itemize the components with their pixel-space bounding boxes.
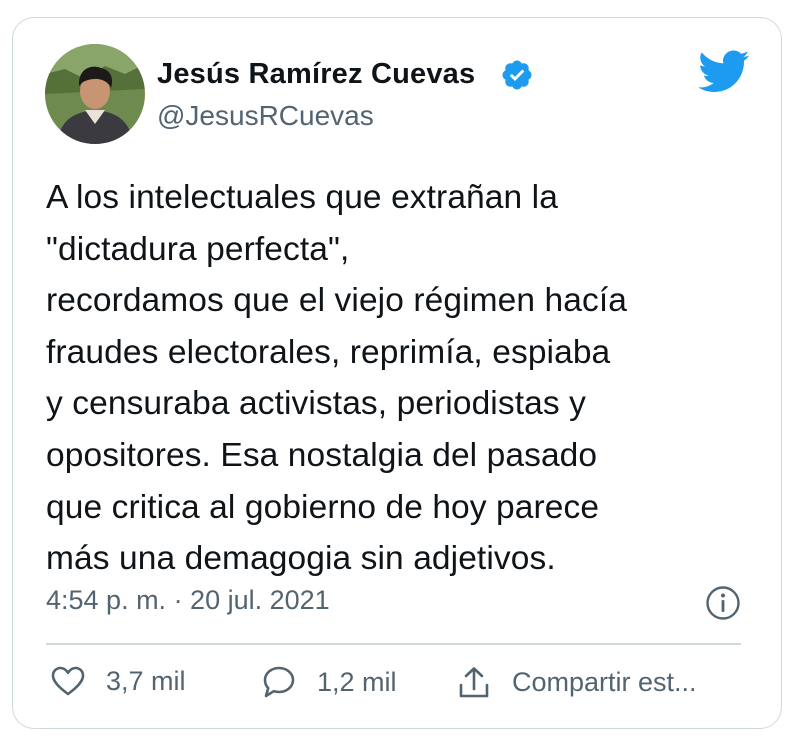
speech-bubble-icon bbox=[263, 666, 295, 698]
author-avatar[interactable] bbox=[45, 44, 145, 144]
like-count: 3,7 mil bbox=[106, 665, 186, 696]
reply-count: 1,2 mil bbox=[317, 666, 397, 697]
tweet-text: A los intelectuales que extrañan la "dic… bbox=[46, 179, 627, 578]
share-icon bbox=[459, 667, 489, 698]
info-icon[interactable] bbox=[705, 585, 741, 621]
reply-button[interactable]: 1,2 mil bbox=[261, 665, 397, 699]
heart-icon bbox=[51, 666, 85, 696]
twitter-bird-icon[interactable] bbox=[698, 50, 750, 94]
author-handle[interactable]: @JesusRCuevas bbox=[157, 100, 374, 132]
share-label: Compartir est... bbox=[512, 666, 697, 697]
author-name[interactable]: Jesús Ramírez Cuevas bbox=[157, 58, 475, 91]
divider bbox=[46, 643, 741, 645]
verified-badge-icon bbox=[502, 60, 532, 90]
like-button[interactable]: 3,7 mil bbox=[50, 665, 186, 697]
share-button[interactable]: Compartir est... bbox=[456, 665, 697, 699]
tweet-timestamp[interactable]: 4:54 p. m. · 20 jul. 2021 bbox=[46, 585, 330, 616]
